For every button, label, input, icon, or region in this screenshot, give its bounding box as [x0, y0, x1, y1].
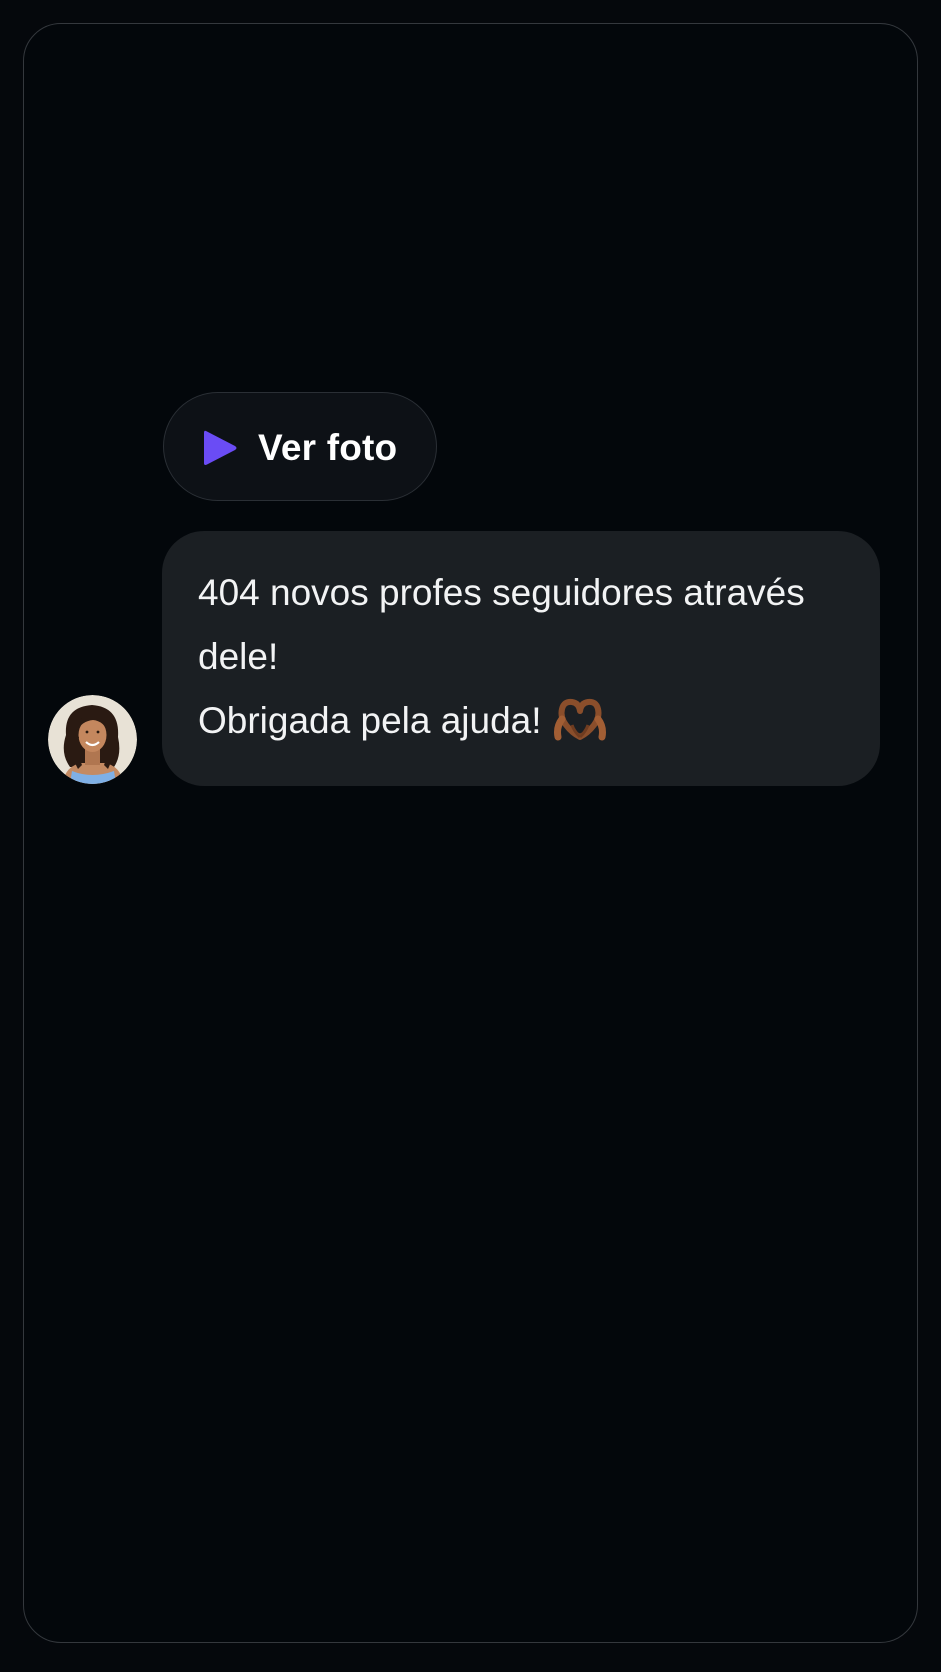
message-line-1: 404 novos profes seguidores através — [198, 572, 805, 613]
story-frame — [23, 23, 918, 1643]
message-line-3-text: Obrigada pela ajuda! — [198, 700, 542, 741]
play-icon — [204, 430, 237, 465]
avatar[interactable] — [48, 695, 137, 784]
message-line-2: dele! — [198, 636, 279, 677]
heart-hands-emoji-icon — [553, 699, 606, 741]
view-photo-label: Ver foto — [258, 427, 398, 468]
message-bubble[interactable]: 404 novos profes seguidores através dele… — [162, 531, 880, 786]
view-photo-button[interactable]: Ver foto — [163, 392, 437, 501]
message-line-3: Obrigada pela ajuda! — [198, 689, 844, 753]
